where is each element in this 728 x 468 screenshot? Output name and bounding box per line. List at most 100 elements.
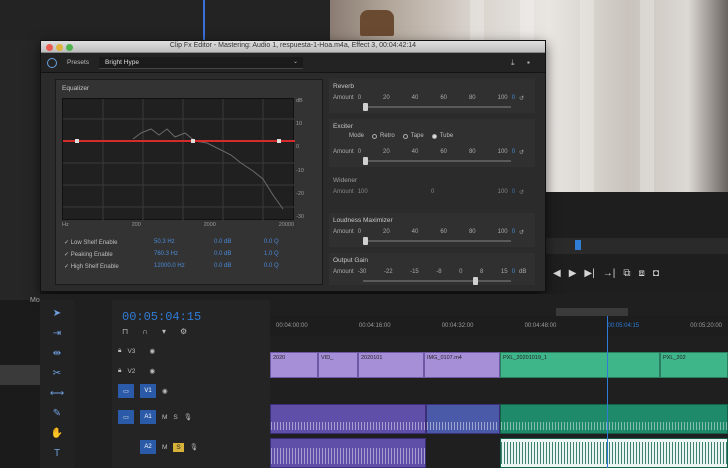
- track-label[interactable]: A1: [140, 410, 156, 424]
- reset-icon[interactable]: ↺: [519, 149, 524, 156]
- reverb-slider[interactable]: [363, 103, 511, 111]
- band-q[interactable]: 1.0 Q: [264, 251, 279, 257]
- loudness-value[interactable]: 0: [512, 229, 515, 235]
- dialog-titlebar[interactable]: Clip Fx Editor - Mastering: Audio 1, res…: [41, 41, 545, 53]
- exciter-slider[interactable]: [363, 157, 511, 165]
- audio-clip[interactable]: [500, 404, 728, 434]
- reverb-title: Reverb: [333, 83, 354, 90]
- snap-icon[interactable]: ⊓: [122, 327, 128, 336]
- audio-clip[interactable]: [426, 404, 500, 434]
- add-marker-icon[interactable]: ▾: [162, 327, 166, 336]
- razor-icon[interactable]: ✂: [49, 368, 65, 380]
- go-to-out-icon[interactable]: →|: [603, 268, 616, 279]
- output-gain-value[interactable]: 0: [512, 269, 515, 275]
- exciter-value[interactable]: 0: [512, 149, 515, 155]
- solo-icon[interactable]: S: [173, 414, 177, 421]
- db-tick: -30: [296, 213, 304, 220]
- video-clip[interactable]: PXL_202: [660, 352, 728, 378]
- delete-preset-icon[interactable]: ▪: [527, 58, 530, 67]
- mode-tube-radio[interactable]: Tube: [431, 133, 453, 139]
- solo-icon[interactable]: S: [173, 442, 184, 452]
- timeline-playhead[interactable]: [607, 316, 608, 468]
- video-clip[interactable]: IMG_0107.m4: [424, 352, 500, 378]
- band-freq[interactable]: 50.3 Hz: [154, 239, 214, 245]
- eye-icon[interactable]: ◉: [162, 387, 168, 395]
- hand-icon[interactable]: ✋: [49, 428, 65, 440]
- play-icon[interactable]: ▶: [569, 268, 577, 279]
- band-enable-checkbox[interactable]: ✓ High Shelf Enable: [64, 263, 154, 270]
- mic-icon[interactable]: 🎙︎: [190, 443, 198, 451]
- video-clip[interactable]: 2020101: [358, 352, 424, 378]
- eye-icon[interactable]: ◉: [149, 367, 155, 375]
- type-icon[interactable]: T: [49, 448, 65, 460]
- video-clip[interactable]: 2020: [270, 352, 318, 378]
- lock-icon[interactable]: 🔒︎: [118, 347, 121, 355]
- mark-in-icon[interactable]: ◀: [553, 268, 561, 279]
- pen-icon[interactable]: ✎: [49, 408, 65, 420]
- band-enable-checkbox[interactable]: ✓ Peaking Enable: [64, 251, 154, 258]
- linked-selection-icon[interactable]: ∩: [142, 327, 148, 336]
- ruler-tick: 00:04:16:00: [358, 323, 391, 329]
- source-patch-a1[interactable]: ▭: [118, 410, 134, 424]
- loudness-slider[interactable]: [363, 237, 511, 245]
- output-gain-slider[interactable]: [363, 277, 511, 285]
- overwrite-icon[interactable]: ⧈: [638, 268, 644, 279]
- eye-icon[interactable]: ◉: [149, 347, 155, 355]
- equalizer-graph[interactable]: [62, 98, 295, 221]
- insert-icon[interactable]: ⧉: [623, 268, 630, 279]
- power-icon[interactable]: [47, 58, 57, 68]
- presets-value: Bright Hype: [105, 59, 139, 66]
- settings-wrench-icon[interactable]: ⚙: [180, 327, 187, 336]
- audio-clip[interactable]: [270, 438, 426, 468]
- slip-icon[interactable]: ⟷: [49, 388, 65, 400]
- reverb-value[interactable]: 0: [512, 95, 515, 101]
- audio-clip[interactable]: [500, 438, 728, 468]
- scale-tick: -8: [436, 269, 442, 275]
- video-clip[interactable]: PXL_20201019_1: [500, 352, 660, 378]
- freq-tick: Hz: [62, 222, 69, 228]
- band-freq[interactable]: 12000.0 Hz: [154, 263, 214, 269]
- reset-icon[interactable]: ↺: [519, 229, 524, 236]
- band-enable-checkbox[interactable]: ✓ Low Shelf Enable: [64, 239, 154, 246]
- mode-tape-radio[interactable]: Tape: [402, 133, 424, 139]
- selection-tool-icon[interactable]: ➤: [49, 308, 65, 320]
- mode-retro-radio[interactable]: Retro: [372, 133, 395, 139]
- step-forward-icon[interactable]: ▶|: [584, 268, 594, 279]
- band-q[interactable]: 0.0 Q: [264, 239, 279, 245]
- camera-icon[interactable]: ◘: [653, 268, 659, 279]
- ruler-tick: 00:04:48:00: [524, 323, 557, 329]
- save-preset-icon[interactable]: ⤓: [511, 58, 515, 68]
- band-gain[interactable]: 0.0 dB: [214, 251, 264, 257]
- lock-icon[interactable]: 🔒︎: [118, 367, 121, 375]
- exciter-mode-row: Mode Retro Tape Tube: [349, 133, 453, 139]
- program-scrub-bar[interactable]: [545, 238, 728, 254]
- band-gain[interactable]: 0.0 dB: [214, 263, 264, 269]
- time-ruler[interactable]: 00:04:00:00 00:04:16:00 00:04:32:00 00:0…: [270, 316, 728, 336]
- widener-value[interactable]: 0: [512, 189, 515, 195]
- track-label[interactable]: A2: [140, 440, 156, 454]
- mic-icon[interactable]: 🎙︎: [184, 413, 192, 421]
- audio-clip[interactable]: [270, 404, 426, 434]
- program-playhead[interactable]: [575, 240, 581, 250]
- track-row-v1: ▭ V1 ◉: [112, 380, 270, 402]
- mute-icon[interactable]: M: [162, 414, 167, 421]
- reset-icon[interactable]: ↺: [519, 189, 524, 196]
- band-gain[interactable]: 0.0 dB: [214, 239, 264, 245]
- band-freq[interactable]: 760.3 Hz: [154, 251, 214, 257]
- band-handle-high: [277, 139, 281, 143]
- video-clip[interactable]: VID_: [318, 352, 358, 378]
- track-label[interactable]: V1: [140, 384, 156, 398]
- timeline-timecode[interactable]: 00:05:04:15: [122, 310, 201, 324]
- project-panel-row[interactable]: [0, 365, 40, 385]
- presets-dropdown[interactable]: Bright Hype ⌄: [99, 57, 303, 69]
- scale-tick: 0: [357, 229, 362, 235]
- ripple-edit-icon[interactable]: ⇹: [49, 348, 65, 360]
- mute-icon[interactable]: M: [162, 444, 167, 451]
- source-patch-v1[interactable]: ▭: [118, 384, 134, 398]
- track-label: V2: [127, 367, 136, 375]
- band-list: ✓ Low Shelf Enable 50.3 Hz 0.0 dB 0.0 Q …: [64, 236, 316, 272]
- band-q[interactable]: 0.0 Q: [264, 263, 279, 269]
- exciter-section: Exciter Mode Retro Tape Tube Amount 0 20 4…: [329, 119, 535, 167]
- track-select-icon[interactable]: ⇥: [49, 328, 65, 340]
- reset-icon[interactable]: ↺: [519, 95, 524, 102]
